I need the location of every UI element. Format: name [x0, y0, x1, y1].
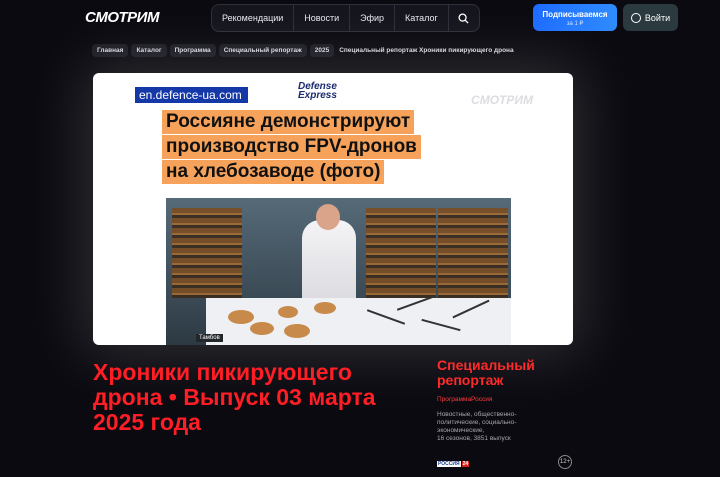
- show-stats: 16 сезонов, 3851 выпуск: [437, 435, 511, 442]
- show-title[interactable]: Специальный репортаж: [437, 358, 535, 388]
- breadcrumb-show[interactable]: Специальный репортаж: [218, 44, 307, 57]
- breadcrumb-year[interactable]: 2025: [309, 44, 335, 57]
- bread-rack: [172, 208, 242, 298]
- channel-watermark: СМОТРИМ: [471, 93, 533, 107]
- login-label: Войти: [644, 12, 671, 23]
- bread-loaf: [278, 306, 298, 318]
- login-button[interactable]: Войти: [623, 4, 678, 31]
- channel-logo-name: РОССИЯ: [437, 461, 461, 467]
- search-button[interactable]: [449, 5, 479, 31]
- table: [206, 298, 511, 345]
- breadcrumb: Главная Каталог Программа Специальный ре…: [92, 44, 519, 57]
- brand-logo: Defense Express: [298, 82, 337, 101]
- video-headline: Россияне демонстрируют производство FPV-…: [162, 110, 421, 185]
- channel-logo[interactable]: РОССИЯ 24: [437, 461, 470, 467]
- user-icon: [630, 12, 641, 23]
- brand-line2: Express: [298, 90, 337, 101]
- subscribe-price: за 1 ₽: [566, 21, 584, 27]
- age-rating-badge: 12+: [558, 455, 572, 469]
- person: [302, 220, 356, 310]
- site-label: en.defence-ua.com: [135, 87, 248, 103]
- search-icon: [458, 12, 469, 24]
- episode-title: Хроники пикирующего дрона • Выпуск 03 ма…: [93, 359, 376, 435]
- show-description-text: Новостные, общественно-политические, соц…: [437, 411, 517, 434]
- breadcrumb-current: Специальный репортаж Хроники пикирующего…: [339, 47, 514, 54]
- headline-line: Россияне демонстрируют: [162, 110, 415, 134]
- breadcrumb-home[interactable]: Главная: [92, 44, 129, 57]
- subscribe-button[interactable]: Подписываемся за 1 ₽: [533, 4, 617, 31]
- program-link[interactable]: ПрограммаРоссия: [437, 396, 492, 403]
- nav-item-live[interactable]: Эфир: [350, 5, 396, 31]
- video-player[interactable]: en.defence-ua.com Defense Express СМОТРИ…: [93, 73, 573, 345]
- site-header: СМОТРИМ Рекомендации Новости Эфир Катало…: [0, 0, 720, 36]
- bread-loaf: [284, 324, 310, 338]
- bread-rack: [366, 208, 436, 298]
- bread-loaf: [228, 310, 254, 324]
- bread-loaf: [314, 302, 336, 314]
- bread-loaf: [250, 322, 274, 335]
- show-title-line2: репортаж: [437, 372, 504, 388]
- person-head: [316, 204, 340, 230]
- nav-item-news[interactable]: Новости: [294, 5, 351, 31]
- headline-line: на хлебозаводе (фото): [162, 160, 385, 184]
- breadcrumb-program[interactable]: Программа: [169, 44, 216, 57]
- location-tag: Тамбов: [196, 334, 223, 342]
- main-nav: Рекомендации Новости Эфир Каталог: [211, 4, 480, 32]
- site-logo[interactable]: СМОТРИМ: [85, 9, 159, 26]
- video-photo: Тамбов: [166, 198, 511, 345]
- show-title-line1: Специальный: [437, 357, 535, 373]
- breadcrumb-catalog[interactable]: Каталог: [131, 44, 167, 57]
- show-description: Новостные, общественно-политические, соц…: [437, 411, 557, 443]
- headline-line: производство FPV-дронов: [162, 135, 421, 159]
- subscribe-label: Подписываемся: [542, 10, 608, 19]
- nav-item-catalog[interactable]: Каталог: [395, 5, 449, 31]
- bread-rack: [438, 208, 508, 298]
- nav-item-recommendations[interactable]: Рекомендации: [212, 5, 295, 31]
- channel-logo-number: 24: [461, 461, 470, 467]
